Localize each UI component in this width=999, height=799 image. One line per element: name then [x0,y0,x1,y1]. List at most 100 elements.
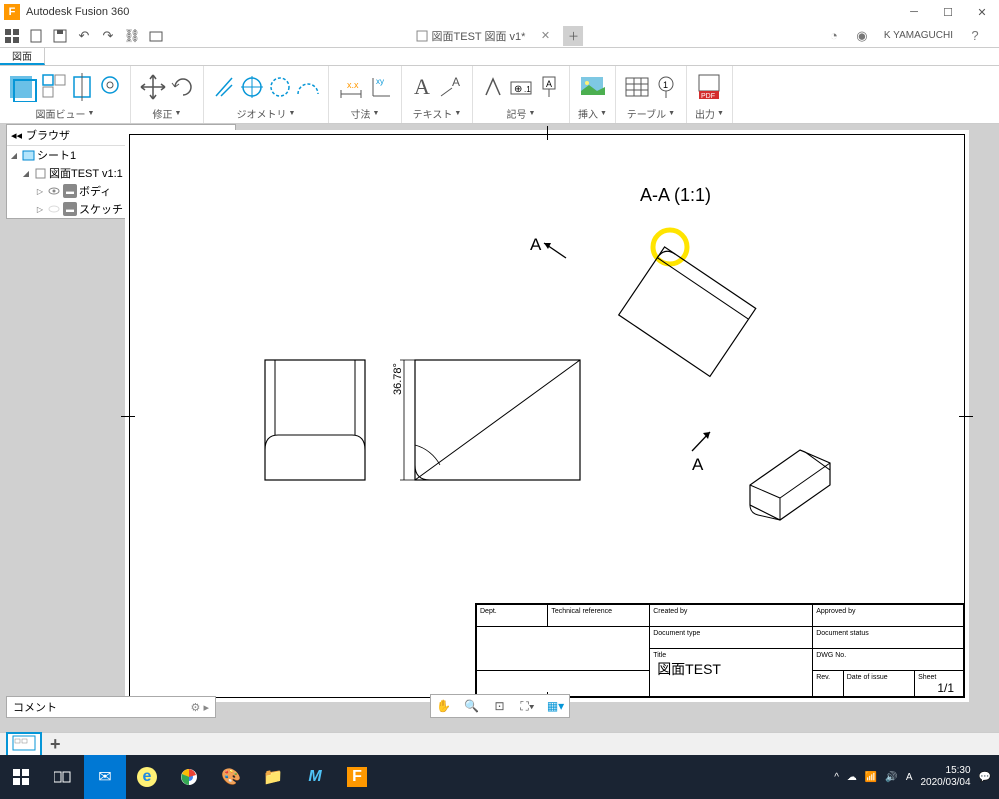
window-minimize-button[interactable]: ─ [897,0,931,24]
pan-button[interactable]: ✋ [433,697,455,715]
browser-node-label: 図面TEST v1:1 [49,165,123,181]
surface-button[interactable] [481,71,505,103]
tb-created-label: Created by [653,608,687,615]
window-close-button[interactable]: ✕ [965,0,999,24]
section-view-title: A-A (1:1) [640,185,711,206]
ribbon-group-label: テキスト [413,106,453,121]
user-name[interactable]: K YAMAGUCHI [878,30,959,41]
workspace-tab-drawing[interactable]: 図面 [0,48,45,65]
centermark-button[interactable] [240,71,264,103]
browser-node-label: スケッチ [79,201,123,217]
pdf-button[interactable]: PDF [696,71,722,103]
wifi-icon[interactable]: 📶 [865,772,877,783]
tray-expand-button[interactable]: ^ [834,772,839,783]
svg-text:.1: .1 [524,85,531,94]
visibility-icon-off[interactable] [47,202,61,216]
redo-button[interactable]: ↷ [96,24,120,48]
projected-view-button[interactable] [42,71,66,103]
sheet-icon [21,148,35,162]
tb-dwgno-label: DWG No. [816,652,846,659]
front-view [260,355,370,485]
cloud-icon[interactable]: ☁ [847,772,857,783]
browser-node-label: シート1 [37,147,76,163]
centerline-button[interactable] [212,71,236,103]
move-button[interactable] [139,71,167,103]
comment-panel[interactable]: コメント ⚙ ▸ [6,696,216,718]
tb-sheet-label: Sheet [918,674,936,681]
app-logo-icon: F [4,4,20,20]
tab-close-button[interactable]: ✕ [535,29,555,42]
taskbar-app-sketch[interactable]: M [294,755,336,799]
ribbon-group-insert: 挿入▼ [570,66,616,123]
edge-ext-button[interactable] [268,71,292,103]
taskview-button[interactable] [42,755,84,799]
taskbar-app-fusion[interactable]: F [336,755,378,799]
window-maximize-button[interactable]: ☐ [931,0,965,24]
text-button[interactable]: A [410,71,434,103]
title-block: Dept. Technical reference Created by App… [475,603,965,698]
taskbar-app-chrome[interactable] [168,755,210,799]
fit-button[interactable]: ⛶▾ [517,697,539,715]
ribbon-group-label: 修正 [153,106,173,121]
document-icon [416,30,428,42]
svg-text:PDF: PDF [701,93,715,100]
comment-settings-button[interactable]: ⚙ ▸ [191,701,209,714]
ribbon-group-dimension: x.x xy 寸法▼ [329,66,402,123]
quick-access-toolbar: ↶ ↷ ⛓ 図面TEST 図面 v1* ✕ ＋ ◔ ◉ K YAMAGUCHI … [0,24,999,48]
taskbar-app-ie[interactable]: e [126,755,168,799]
section-view [600,230,770,400]
taskbar-app-explorer[interactable]: 📁 [252,755,294,799]
rotate-button[interactable] [171,71,195,103]
taskbar-clock[interactable]: 15:30 2020/03/04 [920,765,970,789]
ribbon-group-label: ジオメトリ [237,106,287,121]
base-view-button[interactable] [8,71,38,103]
fcs-button[interactable]: ⊕.1 [509,71,533,103]
zoom-window-button[interactable]: ⊡ [489,697,511,715]
document-tab[interactable]: 図面TEST 図面 v1* ✕ ＋ [416,26,584,46]
start-button[interactable] [0,755,42,799]
drawing-canvas[interactable]: A-A (1:1) A A [125,130,969,702]
system-tray: ^ ☁ 📶 🔊 A 15:30 2020/03/04 💬 [834,765,999,789]
link-button[interactable]: ⛓ [120,24,144,48]
workspace-tabs: 図面 [0,48,999,66]
sheet-tabs: + [0,732,999,755]
volume-icon[interactable]: 🔊 [885,772,897,783]
sketch-button[interactable] [296,71,320,103]
folder-icon: ▬ [63,202,77,216]
help-button[interactable]: ? [963,24,987,48]
section-view-button[interactable] [70,71,94,103]
sheet-tab-thumbnail[interactable] [6,732,42,757]
notifications-button[interactable]: ◉ [850,24,874,48]
sheet-button[interactable] [144,24,168,48]
ordinate-button[interactable]: xy [369,71,393,103]
display-button[interactable]: ▦▾ [545,697,567,715]
data-panel-button[interactable] [0,24,24,48]
visibility-icon[interactable] [47,184,61,198]
ribbon-group-symbol: ⊕.1 A 記号▼ [473,66,570,123]
balloon-button[interactable]: 1 [654,71,678,103]
ribbon-group-view: 図面ビュー▼ [0,66,131,123]
datum-button[interactable]: A [537,71,561,103]
zoom-button[interactable]: 🔍 [461,697,483,715]
svg-text:A: A [546,79,552,89]
taskbar-app-paint[interactable]: 🎨 [210,755,252,799]
save-button[interactable] [48,24,72,48]
comment-panel-label: コメント [13,699,57,715]
browser-collapse-button[interactable]: ◂◂ [11,129,22,142]
detail-view-button[interactable] [98,71,122,103]
ime-indicator[interactable]: A [906,772,913,783]
undo-button[interactable]: ↶ [72,24,96,48]
leader-button[interactable]: A [438,71,464,103]
extensions-button[interactable]: ◔ [822,24,846,48]
ribbon-group-text: A A テキスト▼ [402,66,473,123]
image-button[interactable] [579,71,605,103]
table-button[interactable] [624,71,650,103]
file-menu-button[interactable] [24,24,48,48]
tab-add-button[interactable]: ＋ [563,26,583,46]
notification-center-button[interactable]: 💬 [979,772,991,783]
taskbar-app-outlook[interactable]: ✉ [84,755,126,799]
tb-sheet-value: 1/1 [918,681,960,695]
ribbon-group-label: 記号 [507,106,527,121]
dimension-button[interactable]: x.x [337,71,365,103]
sheet-add-button[interactable]: + [50,734,61,755]
